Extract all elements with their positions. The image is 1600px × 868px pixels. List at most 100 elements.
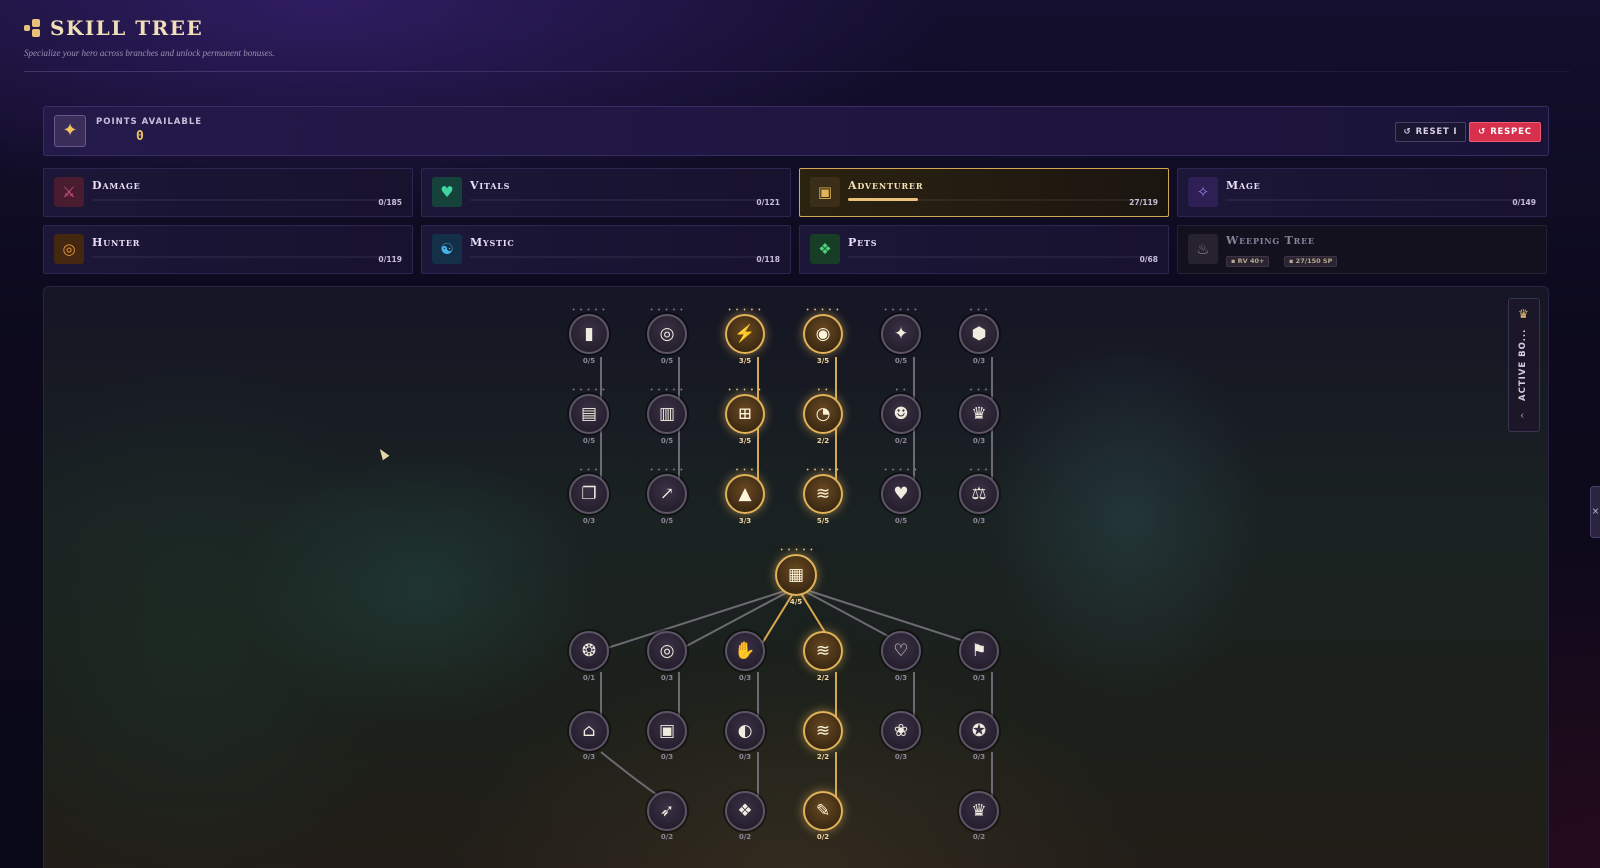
reset-button[interactable]: ↺ RESET I bbox=[1395, 122, 1466, 142]
branch-name: Vitals bbox=[470, 179, 511, 192]
skill-node[interactable]: ▲ bbox=[725, 474, 765, 514]
skill-node[interactable]: ◎ bbox=[647, 314, 687, 354]
skill-node[interactable]: ❀ bbox=[881, 711, 921, 751]
skill-node[interactable]: ⚖ bbox=[959, 474, 999, 514]
paw-icon: ❖ bbox=[737, 801, 753, 821]
scales-icon: ⚖ bbox=[971, 484, 987, 504]
branch-hunter[interactable]: ◎ Hunter 0/119 bbox=[43, 225, 413, 274]
skill-node[interactable]: ⚡ bbox=[725, 314, 765, 354]
skill-node[interactable]: ❖ bbox=[725, 791, 765, 831]
sp-requirement-chip: ▪ 27/150 SP bbox=[1284, 256, 1338, 267]
eye-icon: ◉ bbox=[815, 324, 831, 344]
branch-count: 0/68 bbox=[1139, 255, 1158, 264]
dumbbell-icon: ⊞ bbox=[737, 404, 753, 424]
node-rank: 0/3 bbox=[894, 674, 908, 682]
coins-icon: ◎ bbox=[659, 324, 675, 344]
node-rank: 3/5 bbox=[816, 357, 830, 365]
skill-node[interactable]: ▤ bbox=[569, 394, 609, 434]
header-divider bbox=[24, 71, 1570, 72]
page-header: SKILL TREE Specialize your hero across b… bbox=[24, 16, 275, 58]
branch-weeping-tree[interactable]: ♨ Weeping Tree ▪ RV 40+ ▪ 27/150 SP bbox=[1177, 225, 1547, 274]
branch-pets[interactable]: ❖ Pets 0/68 bbox=[799, 225, 1169, 274]
skill-node[interactable]: ↗ bbox=[647, 474, 687, 514]
skill-node[interactable]: ☻ bbox=[881, 394, 921, 434]
skill-node[interactable]: ≋ bbox=[803, 631, 843, 671]
skill-node[interactable]: ▥ bbox=[647, 394, 687, 434]
node-rank: 0/5 bbox=[582, 437, 596, 445]
shield-heart-icon: ♡ bbox=[893, 641, 909, 661]
node-rank: 0/5 bbox=[660, 517, 674, 525]
book-icon: ▮ bbox=[584, 324, 594, 344]
node-rank: 0/5 bbox=[660, 357, 674, 365]
skill-node[interactable]: ⚑ bbox=[959, 631, 999, 671]
skill-node[interactable]: ▣ bbox=[647, 711, 687, 751]
skill-node[interactable]: ⊞ bbox=[725, 394, 765, 434]
wrench-icon: ✎ bbox=[815, 801, 831, 821]
node-rank: 0/3 bbox=[972, 753, 986, 761]
paw-icon: ❖ bbox=[810, 234, 840, 264]
branch-count: 0/149 bbox=[1512, 198, 1536, 207]
skill-node[interactable]: ≋ bbox=[803, 711, 843, 751]
active-boosts-panel[interactable]: ♛ ACTIVE BO... ‹ bbox=[1508, 298, 1540, 432]
skill-node[interactable]: ▮ bbox=[569, 314, 609, 354]
speedometer-icon: ◔ bbox=[815, 404, 831, 424]
yin-yang-icon: ☯ bbox=[432, 234, 462, 264]
skill-node[interactable]: ◎ bbox=[647, 631, 687, 671]
lightning-icon: ⚡ bbox=[734, 324, 756, 344]
skill-node[interactable]: ◉ bbox=[803, 314, 843, 354]
branch-name: Pets bbox=[848, 236, 878, 249]
skill-node[interactable]: ❐ bbox=[569, 474, 609, 514]
branch-count: 0/121 bbox=[756, 198, 780, 207]
branch-damage[interactable]: ⚔ Damage 0/185 bbox=[43, 168, 413, 217]
skill-node-hub[interactable]: ▦ bbox=[775, 554, 817, 596]
chevron-left-icon[interactable]: ‹ bbox=[1520, 409, 1524, 422]
skill-node[interactable]: ✎ bbox=[803, 791, 843, 831]
flag-icon: ⚑ bbox=[971, 641, 987, 661]
side-drawer-handle[interactable]: × bbox=[1590, 486, 1600, 538]
branch-progress-track bbox=[92, 199, 402, 201]
skill-node[interactable]: ◐ bbox=[725, 711, 765, 751]
node-rank: 0/3 bbox=[582, 517, 596, 525]
skill-node[interactable]: ✪ bbox=[959, 711, 999, 751]
sparkle-icon: ✦ bbox=[54, 115, 86, 147]
branch-count: 0/118 bbox=[756, 255, 780, 264]
skill-node[interactable]: ♛ bbox=[959, 394, 999, 434]
skill-node[interactable]: ◔ bbox=[803, 394, 843, 434]
node-rank: 0/3 bbox=[972, 674, 986, 682]
medal-icon: ✪ bbox=[971, 721, 987, 741]
branch-progress-fill bbox=[848, 198, 918, 201]
skill-node[interactable]: ♡ bbox=[881, 631, 921, 671]
feather-icon: ➶ bbox=[659, 801, 675, 821]
skill-node[interactable]: ✦ bbox=[881, 314, 921, 354]
skill-node[interactable]: ♛ bbox=[959, 791, 999, 831]
node-rank: 3/3 bbox=[738, 517, 752, 525]
brain-icon: ❂ bbox=[581, 641, 597, 661]
respec-button[interactable]: ↺ RESPEC bbox=[1469, 122, 1541, 142]
points-bar: ✦ POINTS AVAILABLE 0 ↺ RESET I ↺ RESPEC bbox=[43, 106, 1549, 156]
skill-node[interactable]: ✋ bbox=[725, 631, 765, 671]
wand-icon: ✧ bbox=[1188, 177, 1218, 207]
branch-mage[interactable]: ✧ Mage 0/149 bbox=[1177, 168, 1547, 217]
node-rank: 0/3 bbox=[660, 674, 674, 682]
skill-node[interactable]: ⬢ bbox=[959, 314, 999, 354]
skill-tree-icon bbox=[24, 19, 42, 37]
node-rank: 0/2 bbox=[972, 833, 986, 841]
branch-mystic[interactable]: ☯ Mystic 0/118 bbox=[421, 225, 791, 274]
node-rank: 0/5 bbox=[894, 517, 908, 525]
skill-node[interactable]: ➶ bbox=[647, 791, 687, 831]
skill-tree-panel: • • • • • ▮ 0/5 • • • • • ◎ 0/5 • • • • … bbox=[43, 286, 1549, 868]
branch-adventurer[interactable]: ▣ Adventurer 27/119 bbox=[799, 168, 1169, 217]
skill-node[interactable]: ❂ bbox=[569, 631, 609, 671]
skill-node[interactable]: ⌂ bbox=[569, 711, 609, 751]
branch-progress-track bbox=[1226, 199, 1536, 201]
undo-icon: ↺ bbox=[1478, 127, 1487, 137]
skill-node[interactable]: ♥ bbox=[881, 474, 921, 514]
handshake-icon: ✋ bbox=[734, 641, 756, 661]
branch-vitals[interactable]: ♥ Vitals 0/121 bbox=[421, 168, 791, 217]
points-available-value: 0 bbox=[136, 129, 144, 144]
branch-name: Weeping Tree bbox=[1226, 234, 1315, 247]
branch-count: 27/119 bbox=[1129, 198, 1158, 207]
node-rank: 0/3 bbox=[972, 357, 986, 365]
skill-node[interactable]: ≋ bbox=[803, 474, 843, 514]
wind-icon: ≋ bbox=[815, 721, 831, 741]
